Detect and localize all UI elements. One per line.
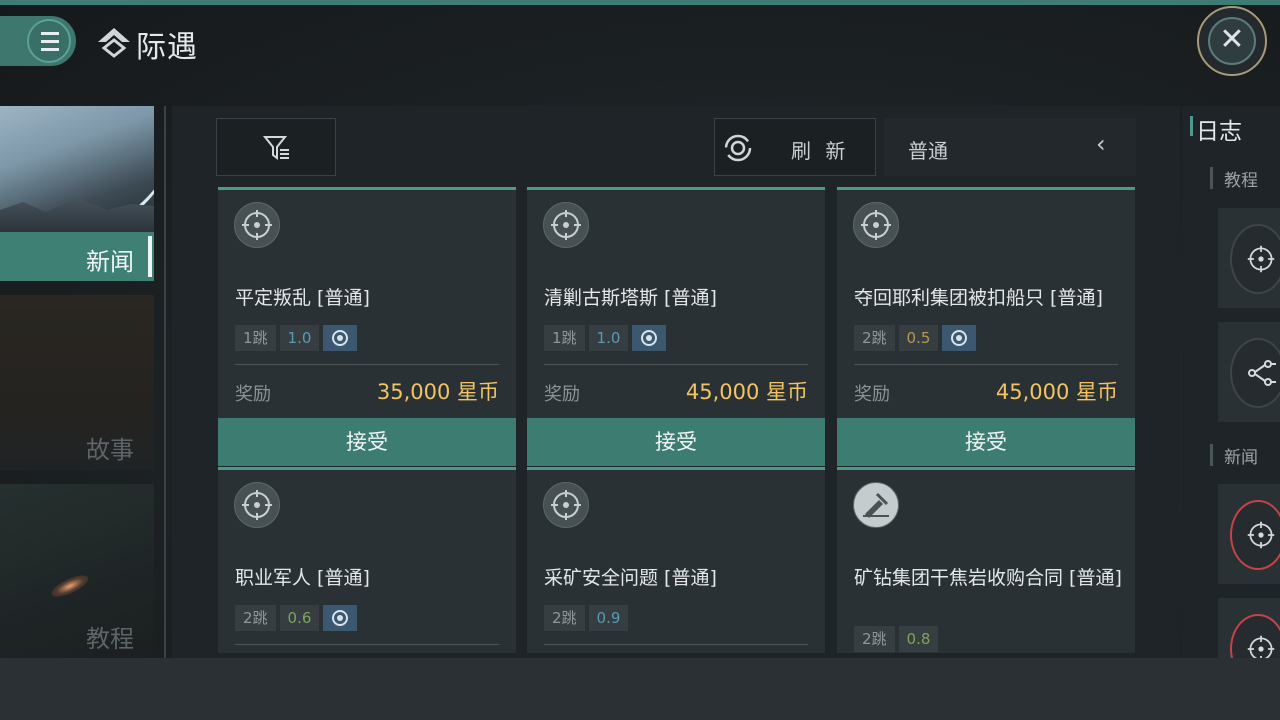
close-icon: ✕ bbox=[1219, 22, 1245, 57]
mission-title: 采矿安全问题 [普通] bbox=[544, 567, 717, 589]
top-accent-line bbox=[0, 0, 1280, 5]
security-tag: 1.0 bbox=[279, 325, 320, 351]
menu-button[interactable] bbox=[0, 16, 76, 66]
reward-value: 35,000 星币 bbox=[376, 380, 499, 404]
nav-label: 新闻 bbox=[86, 248, 134, 276]
security-tag: 0.5 bbox=[898, 325, 939, 351]
nav-item-news[interactable]: 新闻 bbox=[0, 106, 154, 281]
reward-value: 45,000 星币 bbox=[995, 380, 1118, 404]
mission-title: 清剿古斯塔斯 [普通] bbox=[544, 287, 717, 309]
nav-item-story[interactable]: 故事 bbox=[0, 295, 154, 470]
reward-value: 45,000 星币 bbox=[685, 380, 808, 404]
nav-label: 故事 bbox=[86, 436, 134, 464]
news-thumbnail bbox=[0, 106, 154, 272]
combat-target-icon bbox=[234, 202, 280, 248]
nav-item-tutorial[interactable]: 教程 bbox=[0, 484, 154, 658]
hamburger-icon bbox=[27, 19, 71, 63]
jump-tag: 2跳 bbox=[544, 605, 585, 631]
log-item[interactable] bbox=[1218, 208, 1280, 308]
jump-tag: 2跳 bbox=[854, 325, 895, 351]
security-tag: 0.8 bbox=[898, 626, 939, 652]
security-tag: 1.0 bbox=[588, 325, 629, 351]
mission-card[interactable]: 清剿古斯塔斯 [普通] 1跳 1.0 奖励 45,000 星币 接受 bbox=[527, 187, 825, 466]
log-item[interactable] bbox=[1218, 598, 1280, 658]
combat-target-icon bbox=[234, 482, 280, 528]
bottom-strip bbox=[0, 658, 1280, 720]
mining-icon bbox=[853, 482, 899, 528]
jump-tag: 2跳 bbox=[854, 626, 895, 652]
mode-select[interactable]: 普通 ‹ bbox=[884, 118, 1136, 176]
corp-badge-icon bbox=[323, 605, 358, 631]
log-item[interactable] bbox=[1218, 484, 1280, 584]
jump-tag: 1跳 bbox=[235, 325, 276, 351]
mode-value: 普通 bbox=[908, 139, 948, 163]
mission-card[interactable]: 矿钻集团干焦岩收购合同 [普通] 2跳 0.8 bbox=[837, 467, 1135, 653]
security-tag: 0.9 bbox=[588, 605, 629, 631]
filter-icon bbox=[263, 136, 289, 160]
chevron-left-icon: ‹ bbox=[1096, 130, 1106, 158]
security-tag: 0.6 bbox=[279, 605, 320, 631]
mission-title: 平定叛乱 [普通] bbox=[235, 287, 370, 309]
log-title: 日志 bbox=[1196, 119, 1242, 145]
mission-title: 夺回耶利集团被扣船只 [普通] bbox=[854, 287, 1103, 309]
refresh-label: 刷 新 bbox=[791, 139, 850, 163]
combat-target-icon bbox=[1230, 224, 1280, 294]
mission-title: 职业军人 [普通] bbox=[235, 567, 370, 589]
jump-tag: 1跳 bbox=[544, 325, 585, 351]
log-section-tutorial: 教程 bbox=[1224, 171, 1258, 191]
corp-badge-icon bbox=[323, 325, 358, 351]
corp-badge-icon bbox=[942, 325, 977, 351]
page-title: 际遇 bbox=[136, 30, 198, 65]
nav-label: 教程 bbox=[86, 625, 134, 653]
combat-target-icon bbox=[1230, 614, 1280, 658]
mission-card[interactable]: 采矿安全问题 [普通] 2跳 0.9 bbox=[527, 467, 825, 653]
mission-title: 矿钻集团干焦岩收购合同 [普通] bbox=[854, 567, 1122, 589]
mission-card[interactable]: 夺回耶利集团被扣船只 [普通] 2跳 0.5 奖励 45,000 星币 接受 bbox=[837, 187, 1135, 466]
divider bbox=[164, 106, 166, 658]
corp-badge-icon bbox=[632, 325, 667, 351]
share-node-icon bbox=[1230, 338, 1280, 408]
combat-target-icon bbox=[1230, 500, 1280, 570]
accept-button[interactable]: 接受 bbox=[527, 418, 825, 466]
jump-tag: 2跳 bbox=[235, 605, 276, 631]
reward-label: 奖励 bbox=[544, 384, 580, 405]
refresh-button[interactable]: 刷 新 bbox=[714, 118, 876, 176]
encounter-logo-icon bbox=[98, 28, 130, 58]
filter-button[interactable] bbox=[216, 118, 336, 176]
close-button[interactable]: ✕ bbox=[1197, 6, 1267, 76]
log-section-news: 新闻 bbox=[1224, 448, 1258, 468]
mission-card[interactable]: 平定叛乱 [普通] 1跳 1.0 奖励 35,000 星币 接受 bbox=[218, 187, 516, 466]
refresh-icon bbox=[724, 134, 752, 162]
combat-target-icon bbox=[543, 482, 589, 528]
combat-target-icon bbox=[543, 202, 589, 248]
combat-target-icon bbox=[853, 202, 899, 248]
mission-card[interactable]: 职业军人 [普通] 2跳 0.6 bbox=[218, 467, 516, 653]
accept-button[interactable]: 接受 bbox=[218, 418, 516, 466]
reward-label: 奖励 bbox=[235, 384, 271, 405]
log-item[interactable] bbox=[1218, 322, 1280, 422]
reward-label: 奖励 bbox=[854, 384, 890, 405]
accept-button[interactable]: 接受 bbox=[837, 418, 1135, 466]
